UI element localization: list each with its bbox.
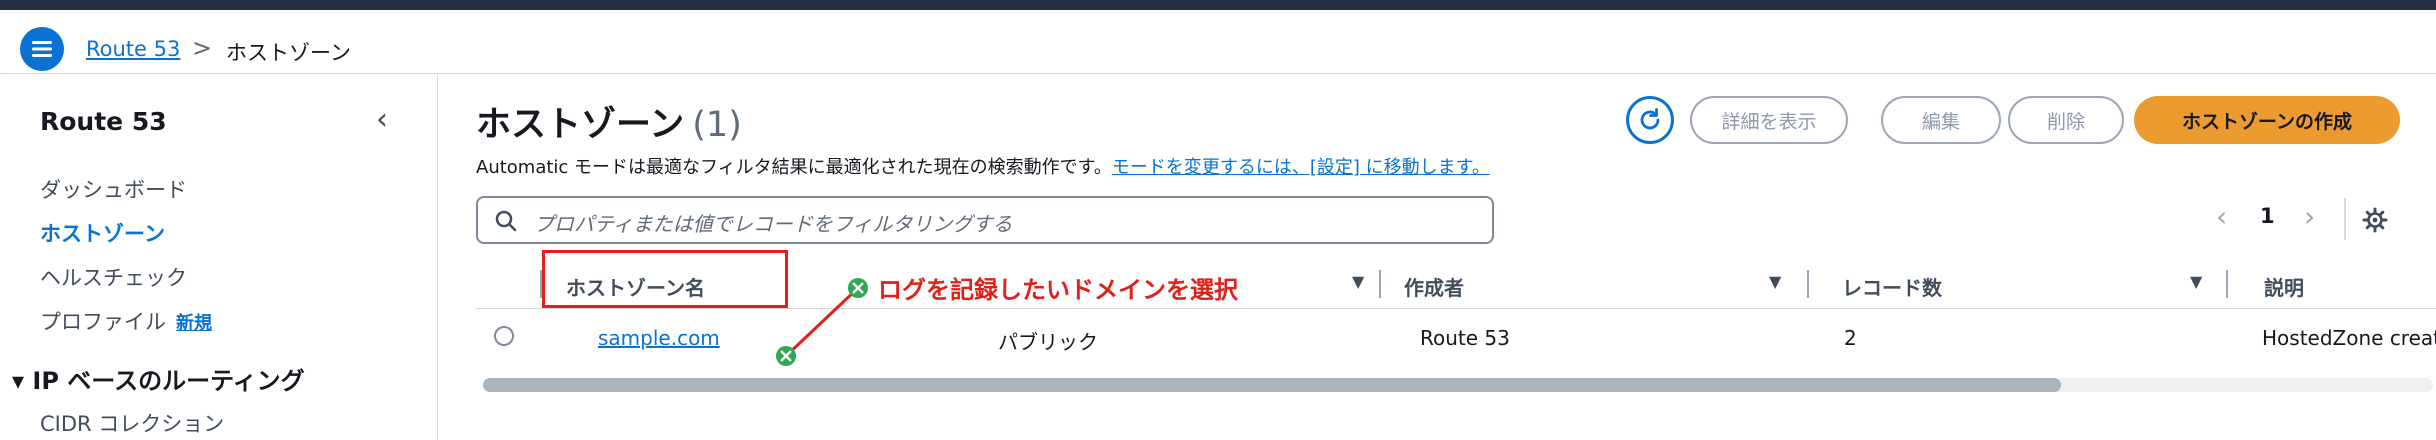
sidebar-section-ip-routing[interactable]: ▾ IP ベースのルーティング: [12, 361, 305, 396]
sidebar-item-cidr-collections[interactable]: CIDR コレクション: [40, 408, 224, 438]
search-mode-description: Automatic モードは最適なフィルタ結果に最適化された現在の検索動作です。: [476, 157, 1112, 178]
sidebar-collapse-icon[interactable]: ‹: [376, 102, 388, 137]
sidebar-item-profiles-label: プロファイル: [40, 310, 166, 334]
sidebar-item-dashboard[interactable]: ダッシュボード: [40, 174, 187, 204]
gear-icon[interactable]: [2362, 207, 2388, 233]
search-icon: [495, 210, 517, 232]
view-details-button[interactable]: 詳細を表示: [1690, 96, 1848, 144]
new-badge: 新規: [176, 313, 212, 334]
breadcrumb-separator: >: [192, 34, 213, 62]
delete-button[interactable]: 削除: [2008, 96, 2124, 144]
annotation-label: ログを記録したいドメインを選択: [878, 276, 1238, 304]
column-divider: [1807, 270, 1809, 298]
sidebar-title: Route 53: [40, 107, 167, 136]
page-title-text: ホストゾーン: [476, 105, 685, 145]
column-divider: [2226, 270, 2228, 298]
sidebar: Route 53 ‹ ダッシュボード ホストゾーン ヘルスチェック プロファイル…: [0, 74, 438, 440]
sidebar-item-health-checks[interactable]: ヘルスチェック: [40, 262, 187, 292]
previous-page-icon[interactable]: ‹: [2216, 200, 2227, 233]
search-placeholder: プロパティまたは値でレコードをフィルタリングする: [534, 212, 1013, 236]
search-mode-info: Automatic モードは最適なフィルタ結果に最適化された現在の検索動作です。…: [476, 153, 1490, 179]
column-header-record-count[interactable]: レコード数: [1842, 272, 1942, 301]
top-navigation-bar: [0, 0, 2436, 10]
zone-name-link[interactable]: sample.com: [598, 326, 720, 350]
menu-icon[interactable]: [20, 27, 64, 71]
sort-icon[interactable]: ▼: [1769, 272, 1781, 291]
refresh-icon: [1640, 108, 1660, 130]
sort-icon[interactable]: ▼: [2190, 272, 2202, 291]
breadcrumb-current: ホストゾーン: [226, 41, 351, 65]
breadcrumb-bar: Route 53 > ホストゾーン: [0, 10, 2436, 74]
zone-type: パブリック: [998, 330, 1098, 354]
column-header-description[interactable]: 説明: [2264, 272, 2304, 301]
zone-count: (1): [692, 105, 742, 145]
zone-description: HostedZone creat: [2262, 326, 2436, 350]
sidebar-item-hosted-zones[interactable]: ホストゾーン: [40, 218, 165, 248]
annotation-highlight-box: [542, 250, 788, 308]
pager-divider: [2344, 198, 2346, 240]
breadcrumb-route53-link[interactable]: Route 53: [86, 37, 180, 61]
create-hosted-zone-button[interactable]: ホストゾーンの作成: [2134, 96, 2400, 144]
horizontal-scrollbar[interactable]: [483, 378, 2433, 392]
current-page-number[interactable]: 1: [2260, 204, 2275, 228]
next-page-icon[interactable]: ›: [2304, 200, 2315, 233]
row-select-radio[interactable]: [494, 326, 514, 346]
table-row[interactable]: sample.com パブリック Route 53 2 HostedZone c…: [476, 310, 2436, 364]
sidebar-section-label: IP ベースのルーティング: [32, 367, 305, 395]
sidebar-item-profiles[interactable]: プロファイル 新規: [40, 306, 212, 336]
scrollbar-thumb[interactable]: [483, 378, 2061, 392]
column-divider: [1379, 270, 1381, 298]
page-title: ホストゾーン (1): [476, 96, 742, 147]
edit-button[interactable]: 編集: [1881, 96, 2001, 144]
column-header-created-by[interactable]: 作成者: [1404, 272, 1464, 301]
sort-icon[interactable]: ▼: [1352, 272, 1364, 291]
settings-mode-link[interactable]: モードを変更するには、[設定] に移動します。: [1112, 157, 1490, 178]
refresh-button[interactable]: [1626, 96, 1674, 144]
zone-record-count: 2: [1844, 326, 1857, 350]
zone-created-by: Route 53: [1420, 326, 1510, 350]
search-input[interactable]: プロパティまたは値でレコードをフィルタリングする: [476, 196, 1494, 244]
